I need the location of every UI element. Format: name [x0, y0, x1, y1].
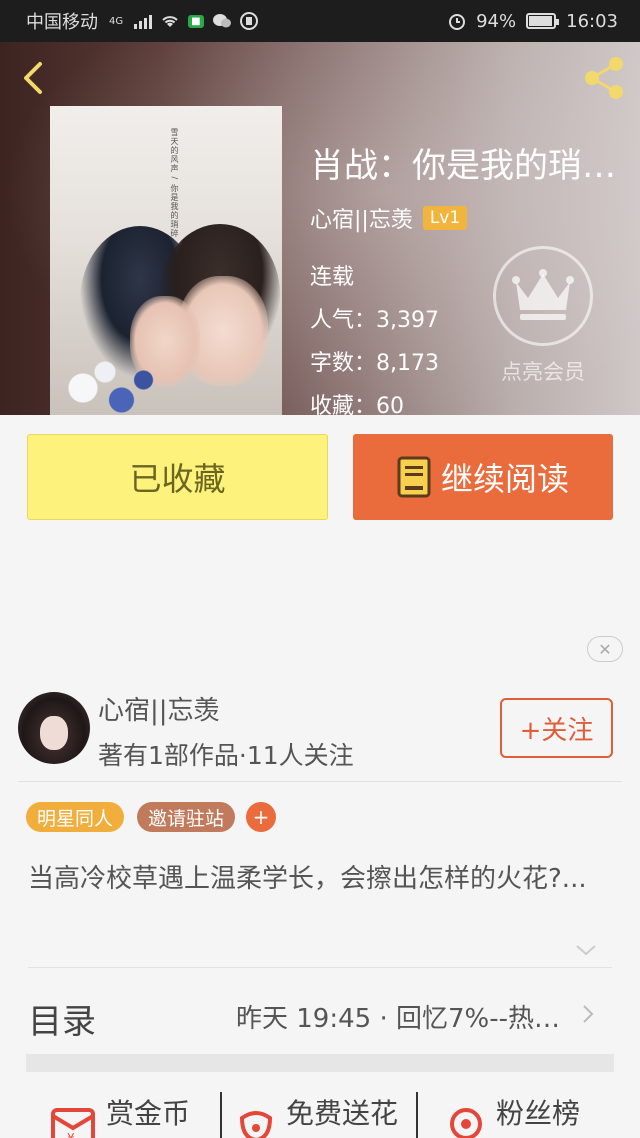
crown-icon	[512, 269, 574, 320]
book-meta: 连载 人气：3,397 字数：8,173 收藏：60	[310, 256, 439, 415]
app-notification-icon: ■	[188, 14, 204, 28]
book-title: 肖战：你是我的琑…	[310, 146, 616, 186]
clock: 16:03	[566, 10, 618, 32]
author-name[interactable]: 心宿||忘羡	[98, 690, 220, 727]
carrier-label: 中国移动	[26, 12, 98, 33]
reward-coins-label: 赏金币	[106, 1097, 191, 1130]
author-stats: 著有1部作品·11人关注	[98, 741, 354, 770]
add-tag-button[interactable]: +	[246, 802, 276, 832]
book-icon	[397, 456, 431, 498]
continue-read-button[interactable]: 继续阅读	[353, 434, 613, 520]
tag-star-fanfic[interactable]: 明星同人	[26, 802, 125, 832]
member-button[interactable]: 点亮会员	[490, 246, 596, 386]
fan-ranking-label: 粉丝榜	[496, 1097, 581, 1130]
book-author-row: 心宿||忘羡 Lv1	[310, 202, 468, 234]
shield-notify-icon	[239, 12, 258, 30]
book-author[interactable]: 心宿||忘羡	[310, 202, 413, 234]
flower-icon	[239, 1111, 273, 1138]
section-separator	[26, 1054, 614, 1072]
share-icon[interactable]	[580, 54, 628, 102]
toc-label[interactable]: 目录	[28, 994, 96, 1043]
svg-text:¥: ¥	[67, 1131, 75, 1138]
wechat-icon	[212, 14, 231, 28]
continue-read-label: 继续阅读	[440, 460, 569, 498]
send-flower-button[interactable]: 免费送花	[236, 1092, 398, 1138]
action-separator	[416, 1092, 418, 1138]
follow-button[interactable]: +关注	[500, 698, 613, 758]
collected-button[interactable]: 已收藏	[27, 434, 328, 520]
fan-ranking-button[interactable]: 粉丝榜	[446, 1092, 580, 1138]
signal-icon	[134, 13, 153, 29]
back-chevron-icon[interactable]	[14, 58, 54, 98]
book-popularity: 人气：3,397	[310, 308, 439, 333]
level-badge: Lv1	[422, 206, 468, 230]
cover-title: 雪天的风声 / 你是我的琑碎	[170, 128, 179, 238]
battery-icon	[526, 13, 560, 29]
tag-invite-station[interactable]: 邀请驻站	[137, 802, 236, 832]
close-icon[interactable]: ✕	[587, 636, 623, 662]
member-label: 点亮会员	[501, 360, 585, 384]
book-description[interactable]: 当高冷校草遇上温柔学长，会擦出怎样的火花?...	[28, 860, 608, 898]
book-favorites: 收藏：60	[310, 394, 404, 415]
chevron-down-icon[interactable]	[574, 940, 598, 960]
chevron-right-icon[interactable]	[580, 1004, 596, 1024]
follow-label: +关注	[519, 715, 594, 746]
battery-percent: 94%	[476, 10, 517, 32]
alarm-icon	[449, 14, 466, 30]
book-header: 雪天的风声 / 你是我的琑碎 肖战：你是我的琑… 心宿||忘羡 Lv1 连载 人…	[0, 42, 640, 415]
reward-coins-button[interactable]: ¥ 赏金币	[50, 1092, 190, 1138]
medal-icon	[450, 1108, 482, 1138]
book-status: 连载	[310, 265, 355, 290]
red-envelope-icon: ¥	[51, 1108, 95, 1138]
avatar[interactable]	[18, 692, 90, 764]
divider	[28, 967, 612, 968]
action-separator	[220, 1092, 222, 1138]
status-bar: 中国移动 4G ■ 94% 16:03	[0, 0, 640, 42]
crown-badge	[493, 246, 593, 346]
divider	[18, 781, 622, 782]
book-cover[interactable]: 雪天的风声 / 你是我的琑碎	[50, 106, 282, 415]
collected-label: 已收藏	[129, 460, 226, 498]
cover-flowers	[50, 356, 160, 415]
send-flower-label: 免费送花	[286, 1097, 399, 1130]
toc-latest-chapter[interactable]: 昨天 19:45 · 回忆7%--热…	[236, 998, 576, 1035]
wifi-icon	[162, 16, 178, 27]
book-word-count: 字数：8,173	[310, 351, 439, 376]
network-type: 4G	[109, 15, 124, 27]
